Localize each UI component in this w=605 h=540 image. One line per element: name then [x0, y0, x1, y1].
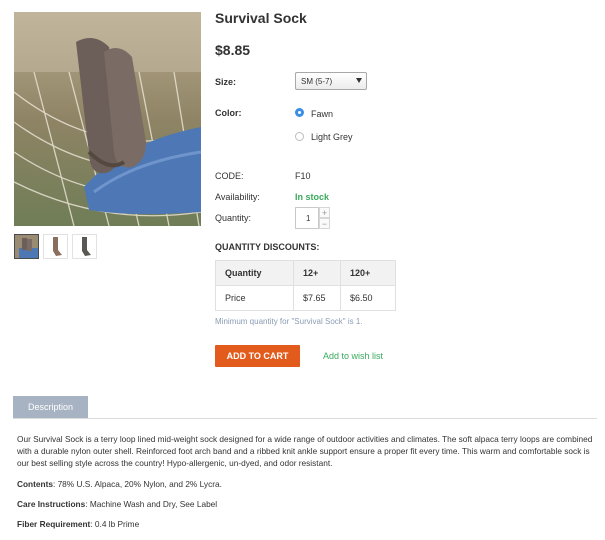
- quantity-decrease-button[interactable]: −: [319, 218, 330, 229]
- quantity-label: Quantity:: [215, 213, 252, 223]
- thumbnail-hammock[interactable]: [14, 234, 39, 259]
- code-value: F10: [295, 171, 311, 181]
- product-title: Survival Sock: [215, 10, 307, 26]
- contents-spec: Contents: 78% U.S. Alpaca, 20% Nylon, an…: [17, 479, 222, 489]
- color-label: Color:: [215, 108, 242, 118]
- product-description: Our Survival Sock is a terry loop lined …: [17, 434, 593, 468]
- quantity-increase-button[interactable]: +: [319, 207, 330, 218]
- availability-label: Availability:: [215, 192, 260, 202]
- minimum-quantity-note: Minimum quantity for "Survival Sock" is …: [215, 317, 363, 326]
- add-to-wishlist-link[interactable]: Add to wish list: [323, 351, 383, 361]
- quantity-input[interactable]: 1: [295, 207, 319, 229]
- contents-label: Contents: [17, 479, 53, 489]
- size-select[interactable]: SM (5-7): [295, 72, 367, 90]
- table-header-row: Quantity 12+ 120+: [215, 260, 396, 286]
- table-header-cell: Quantity: [215, 260, 294, 286]
- thumbnail-sock-grey[interactable]: [72, 234, 97, 259]
- tab-description[interactable]: Description: [13, 396, 88, 419]
- color-option-fawn[interactable]: Fawn: [311, 109, 333, 119]
- quantity-discount-table: Quantity 12+ 120+ Price $7.65 $6.50: [215, 260, 396, 311]
- quantity-discounts-heading: QUANTITY DISCOUNTS:: [215, 242, 320, 252]
- product-price: $8.85: [215, 42, 251, 58]
- table-cell: $6.50: [340, 285, 396, 311]
- fiber-spec: Fiber Requirement: 0.4 lb Prime: [17, 519, 139, 529]
- table-cell: $7.65: [293, 285, 341, 311]
- table-row: Price $7.65 $6.50: [215, 285, 396, 311]
- thumbnail-sock-brown[interactable]: [43, 234, 68, 259]
- table-header-cell: 12+: [293, 260, 341, 286]
- add-to-cart-button[interactable]: ADD TO CART: [215, 345, 300, 367]
- color-radio-fawn[interactable]: [295, 108, 304, 117]
- table-cell: Price: [215, 285, 294, 311]
- contents-value: : 78% U.S. Alpaca, 20% Nylon, and 2% Lyc…: [52, 479, 222, 489]
- fiber-value: : 0.4 lb Prime: [90, 519, 140, 529]
- chevron-down-icon: [356, 78, 362, 83]
- code-label: CODE:: [215, 171, 244, 181]
- main-product-image[interactable]: [14, 12, 201, 226]
- thumbnail-strip: [14, 234, 97, 259]
- tab-divider: [13, 418, 597, 419]
- color-radio-light-grey[interactable]: [295, 132, 304, 141]
- stock-status: In stock: [295, 192, 330, 202]
- care-value: : Machine Wash and Dry, See Label: [85, 499, 218, 509]
- care-label: Care Instructions: [17, 499, 86, 509]
- size-label: Size:: [215, 77, 237, 87]
- care-spec: Care Instructions: Machine Wash and Dry,…: [17, 499, 217, 509]
- fiber-label: Fiber Requirement: [17, 519, 91, 529]
- table-header-cell: 120+: [340, 260, 396, 286]
- color-option-light-grey[interactable]: Light Grey: [311, 132, 353, 142]
- size-select-value: SM (5-7): [301, 77, 333, 86]
